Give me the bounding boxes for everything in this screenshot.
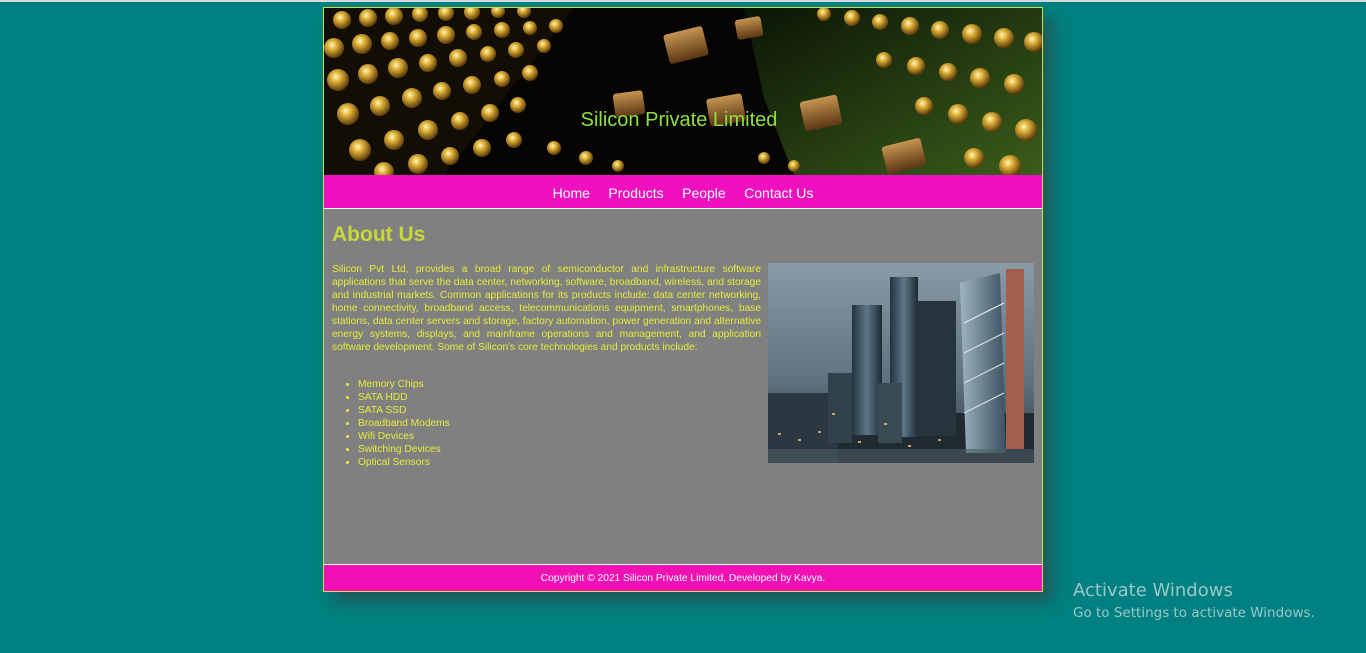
- list-item: Memory Chips: [358, 378, 450, 391]
- nav-link-people[interactable]: People: [682, 185, 726, 201]
- nav-link-contact-us[interactable]: Contact Us: [744, 185, 813, 201]
- page-container: Silicon Private Limited Home Products Pe…: [323, 7, 1043, 592]
- header-banner: Silicon Private Limited: [324, 8, 1042, 175]
- main-navigation: Home Products People Contact Us: [324, 175, 1042, 208]
- list-item: Broadband Modems: [358, 417, 450, 430]
- list-item: SATA HDD: [358, 391, 450, 404]
- activate-windows-subtitle: Go to Settings to activate Windows.: [1073, 605, 1315, 621]
- list-item: Wifi Devices: [358, 430, 450, 443]
- nav-link-home[interactable]: Home: [553, 185, 590, 201]
- activate-windows-title: Activate Windows: [1073, 580, 1233, 601]
- list-item: Switching Devices: [358, 443, 450, 456]
- about-paragraph: Silicon Pvt Ltd, provides a broad range …: [332, 264, 761, 353]
- list-item: Optical Sensors: [358, 456, 450, 469]
- nav-link-products[interactable]: Products: [608, 185, 663, 201]
- site-title: Silicon Private Limited: [580, 109, 778, 131]
- list-item: SATA SSD: [358, 404, 450, 417]
- window-top-edge: [0, 0, 1366, 2]
- main-content: About Us Silicon Pvt Ltd, provides a bro…: [324, 208, 1042, 565]
- page-heading: About Us: [332, 223, 426, 246]
- city-skyline-image: [768, 263, 1034, 463]
- page-footer: Copyright © 2021 Silicon Private Limited…: [324, 565, 1042, 591]
- product-list: Memory Chips SATA HDD SATA SSD Broadband…: [332, 378, 450, 469]
- circuit-board-chips-image: [324, 8, 1042, 175]
- activate-windows-watermark: Activate Windows Go to Settings to activ…: [1073, 580, 1315, 621]
